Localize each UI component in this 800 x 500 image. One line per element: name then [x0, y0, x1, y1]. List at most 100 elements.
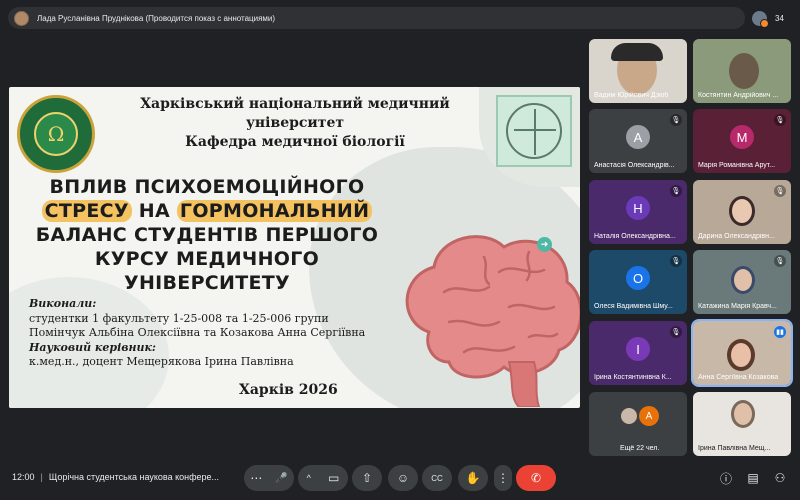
topic-line: КУРСУ МЕДИЧНОГО — [94, 248, 320, 270]
chat-icon[interactable]: ▤ — [745, 470, 761, 486]
topic-highlight: СТРЕСУ — [41, 200, 132, 222]
slide-next-arrow-icon[interactable]: ➜ — [537, 237, 552, 252]
participant-name: Ірина Павлівна Мещ... — [698, 445, 771, 452]
participant-initial: А — [639, 406, 659, 426]
separator: | — [40, 472, 43, 482]
speaking-indicator-icon: ▮▮ — [774, 326, 786, 338]
authors-group: студентки 1 факультету 1-25-008 та 1-25-… — [29, 311, 329, 325]
participant-name: Дарина Олександрівн... — [698, 233, 775, 240]
participant-tile[interactable]: 🎙 Дарина Олександрівн... — [693, 180, 791, 244]
camera-control[interactable]: ^ ▭ — [298, 465, 348, 491]
participant-tile[interactable]: О 🎙 Олеся Вадимівна Шму... — [589, 250, 687, 314]
more-dots-icon[interactable]: ⋯ — [250, 471, 262, 485]
participant-initial: Н — [626, 196, 650, 221]
hand-icon[interactable]: ✋ — [466, 471, 481, 485]
supervisor-label: Науковий керівник: — [29, 340, 156, 354]
participant-mini-avatar — [619, 406, 639, 426]
participant-name: Анастасія Олександрів... — [594, 162, 675, 169]
mic-control[interactable]: ⋯ 🎤 — [244, 465, 294, 491]
presenter-avatar — [14, 10, 29, 26]
department-logo — [496, 95, 572, 167]
mic-muted-icon: 🎙 — [774, 185, 786, 197]
participant-name: Катажина Марія Кравч... — [698, 303, 777, 310]
participant-initial: І — [626, 337, 650, 362]
more-vert-icon[interactable]: ⋮ — [497, 471, 509, 485]
more-participants-tile[interactable]: А Ещё 22 чел. — [589, 392, 687, 456]
mic-muted-icon: 🎙 — [670, 326, 682, 338]
department-name: Кафедра медичної біології — [185, 134, 405, 150]
shared-slide: Ω Харківський національний медичний унів… — [9, 87, 580, 408]
topic-highlight: ГОРМОНАЛЬНИЙ — [176, 200, 373, 222]
end-call-button[interactable]: ✆ — [516, 465, 556, 491]
participants-indicator[interactable]: 34 — [752, 7, 784, 29]
university-logo: Ω — [17, 95, 95, 173]
slide-authors: Виконали: студентки 1 факультету 1-25-00… — [29, 297, 389, 370]
present-screen-icon[interactable]: ⇧ — [362, 471, 372, 485]
raise-hand-button[interactable]: ✋ — [458, 465, 488, 491]
presenter-bar[interactable]: Лада Русланівна Пруднікова (Проводится п… — [8, 7, 745, 29]
microphone-icon[interactable]: 🎤 — [275, 473, 287, 484]
participant-video — [731, 400, 755, 428]
slide-header: Харківський національний медичний універ… — [95, 95, 495, 152]
topic-line: СТРЕСУ НА ГОРМОНАЛЬНИЙ — [27, 199, 387, 223]
vitruvian-figure — [506, 103, 562, 159]
participants-count: 34 — [775, 13, 784, 23]
supervisor-name: к.мед.н., доцент Мещерякова Ірина Павлів… — [29, 355, 294, 368]
mic-muted-icon: 🎙 — [670, 185, 682, 197]
participant-video — [731, 266, 755, 294]
captions-icon[interactable]: CC — [431, 474, 443, 483]
chevron-up-icon[interactable]: ^ — [307, 473, 311, 483]
participant-mini-avatar — [752, 10, 769, 28]
mic-muted-icon: 🎙 — [774, 114, 786, 126]
participant-name: Вадим Юрійович Дзюб — [594, 92, 669, 99]
presenter-title: Лада Русланівна Пруднікова (Проводится п… — [37, 13, 276, 23]
participant-name: Наталія Олександрівна... — [594, 233, 676, 240]
participant-name: Костянтин Андрійович ... — [698, 92, 779, 99]
reactions-button[interactable]: ☺ — [388, 465, 418, 491]
more-options-button[interactable]: ⋮ — [494, 465, 512, 491]
end-call-icon[interactable]: ✆ — [531, 471, 541, 485]
participant-tile[interactable]: Н 🎙 Наталія Олександрівна... — [589, 180, 687, 244]
participant-name: Анна Сергіївна Козакова — [698, 374, 779, 381]
info-icon[interactable]: ⓘ — [718, 470, 734, 486]
authors-label: Виконали: — [29, 297, 97, 310]
participant-tile[interactable]: 🎙 Катажина Марія Кравч... — [693, 250, 791, 314]
participant-video — [729, 196, 755, 226]
city-year: Харків 2026 — [239, 382, 338, 398]
participant-tile-speaking[interactable]: ▮▮ Анна Сергіївна Козакова — [691, 319, 793, 387]
meeting-title: Щорічна студентська наукова конфере... — [48, 472, 220, 482]
university-name: Харківський національний медичний універ… — [140, 96, 450, 131]
authors-names: Помінчук Альбіна Олексіївна та Козакова … — [29, 326, 366, 339]
present-button[interactable]: ⇧ — [352, 465, 382, 491]
participant-tile[interactable]: Ірина Павлівна Мещ... — [693, 392, 791, 456]
people-icon[interactable]: ⚇ — [772, 470, 788, 486]
participant-video — [727, 339, 755, 371]
meeting-info: 12:00 | Щорічна студентська наукова конфер… — [12, 472, 219, 482]
university-logo-emblem: Ω — [34, 112, 78, 156]
mic-muted-icon: 🎙 — [670, 255, 682, 267]
participant-name: Ірина Костянтинівна К... — [594, 374, 672, 381]
mic-muted-icon: 🎙 — [670, 114, 682, 126]
participant-name: Олеся Вадимівна Шму... — [594, 303, 673, 310]
participant-name: Марія Романівна Арут... — [698, 162, 776, 169]
participant-tile[interactable]: А 🎙 Анастасія Олександрів... — [589, 109, 687, 173]
topic-line: БАЛАНС СТУДЕНТІВ ПЕРШОГО — [35, 224, 379, 246]
captions-button[interactable]: CC — [422, 465, 452, 491]
participant-video — [729, 53, 759, 89]
topic-line: УНІВЕРСИТЕТУ — [124, 272, 290, 294]
participant-tile[interactable]: Вадим Юрійович Дзюб — [589, 39, 687, 103]
participant-initial: О — [626, 266, 650, 291]
participant-tile[interactable]: І 🎙 Ірина Костянтинівна К... — [589, 321, 687, 385]
more-participants-label: Ещё 22 чел. — [620, 445, 660, 452]
mic-muted-icon: 🎙 — [774, 255, 786, 267]
topic-line: ВПЛИВ ПСИХОЕМОЦІЙНОГО — [49, 176, 365, 198]
camera-icon[interactable]: ▭ — [328, 471, 339, 485]
brain-illustration — [405, 235, 580, 407]
participant-initial: М — [730, 125, 754, 150]
participant-tile[interactable]: М 🎙 Марія Романівна Арут... — [693, 109, 791, 173]
participant-tile[interactable]: Костянтин Андрійович ... — [693, 39, 791, 103]
clock-time: 12:00 — [12, 472, 35, 482]
participant-initial: А — [626, 125, 650, 150]
slide-topic: ВПЛИВ ПСИХОЕМОЦІЙНОГО СТРЕСУ НА ГОРМОНАЛ… — [27, 175, 387, 295]
emoji-icon[interactable]: ☺ — [397, 471, 409, 485]
